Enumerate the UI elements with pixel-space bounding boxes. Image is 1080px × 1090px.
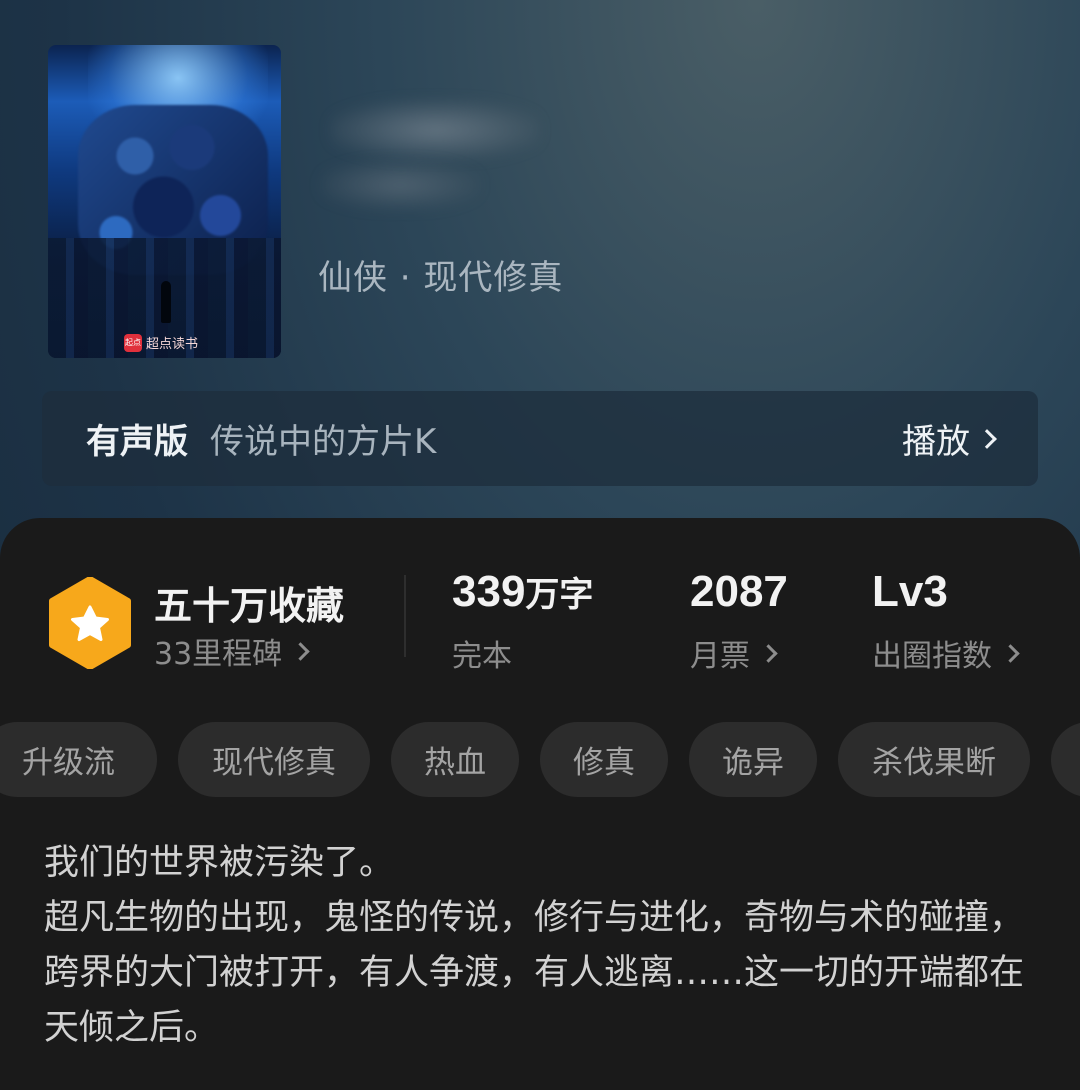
brand-text: 超点读书 [146, 337, 199, 352]
level-value: Lv3 [872, 567, 948, 616]
milestone-link[interactable]: 33里程碑 [154, 629, 310, 673]
milestone-label: 33里程碑 [154, 637, 283, 672]
tag-chip[interactable]: 诡异 [689, 722, 817, 797]
tag-list: 升级流 现代修真 热血 修真 诡异 杀伐果断 [0, 722, 1080, 797]
collection-title: 五十万收藏 [154, 584, 345, 628]
tag-chip-partial[interactable] [1051, 722, 1080, 797]
chevron-right-icon [759, 643, 778, 663]
book-cover[interactable]: 起点 超点读书 [48, 45, 281, 358]
play-button[interactable]: 播放 [902, 414, 997, 463]
tag-chip[interactable]: 升级流 [0, 722, 157, 797]
book-genre: 仙侠 · 现代修真 [318, 258, 564, 298]
chevron-right-icon [1001, 643, 1020, 663]
book-description: 我们的世界被污染了。 超凡生物的出现，鬼怪的传说，修行与进化，奇物与术的碰撞，跨… [44, 843, 1025, 1048]
monthly-tickets-label: 月票 [690, 639, 750, 674]
stats-row: 五十万收藏 33里程碑 339万字 完本 2087 月票 Lv3 出圈指数 [0, 567, 1080, 675]
brand-mark-icon: 起点 [124, 333, 142, 352]
book-title-obscured [320, 100, 550, 220]
tag-chip[interactable]: 修真 [540, 722, 668, 797]
word-count-number: 339 [452, 567, 526, 616]
book-status: 完本 [452, 631, 512, 675]
monthly-tickets-link[interactable]: 月票 [690, 631, 778, 675]
audio-narrator: 传说中的方片K [210, 422, 437, 462]
audio-label: 有声版 [86, 422, 188, 462]
level-index-link[interactable]: 出圈指数 [872, 631, 1020, 675]
book-status-label: 完本 [452, 639, 512, 674]
word-count: 339万字 [452, 567, 593, 617]
cover-brand: 起点 超点读书 [124, 333, 198, 352]
tag-chip[interactable]: 杀伐果断 [838, 722, 1030, 797]
chevron-right-icon [291, 641, 310, 661]
tag-chip[interactable]: 热血 [391, 722, 519, 797]
word-count-unit: 万字 [525, 575, 594, 615]
stats-divider [404, 575, 406, 657]
chevron-right-icon [977, 428, 997, 449]
tag-chip[interactable]: 现代修真 [178, 722, 370, 797]
level-index-label: 出圈指数 [872, 639, 992, 674]
cover-figure [161, 281, 171, 323]
star-hexagon-icon [49, 577, 131, 669]
monthly-tickets-count: 2087 [690, 567, 788, 616]
play-label: 播放 [902, 422, 970, 462]
book-detail-page: 起点 超点读书 仙侠 · 现代修真 有声版 传说中的方片K 播放 五十万收藏 3… [0, 0, 1080, 1090]
audio-version-bar[interactable]: 有声版 传说中的方片K 播放 [42, 391, 1038, 486]
